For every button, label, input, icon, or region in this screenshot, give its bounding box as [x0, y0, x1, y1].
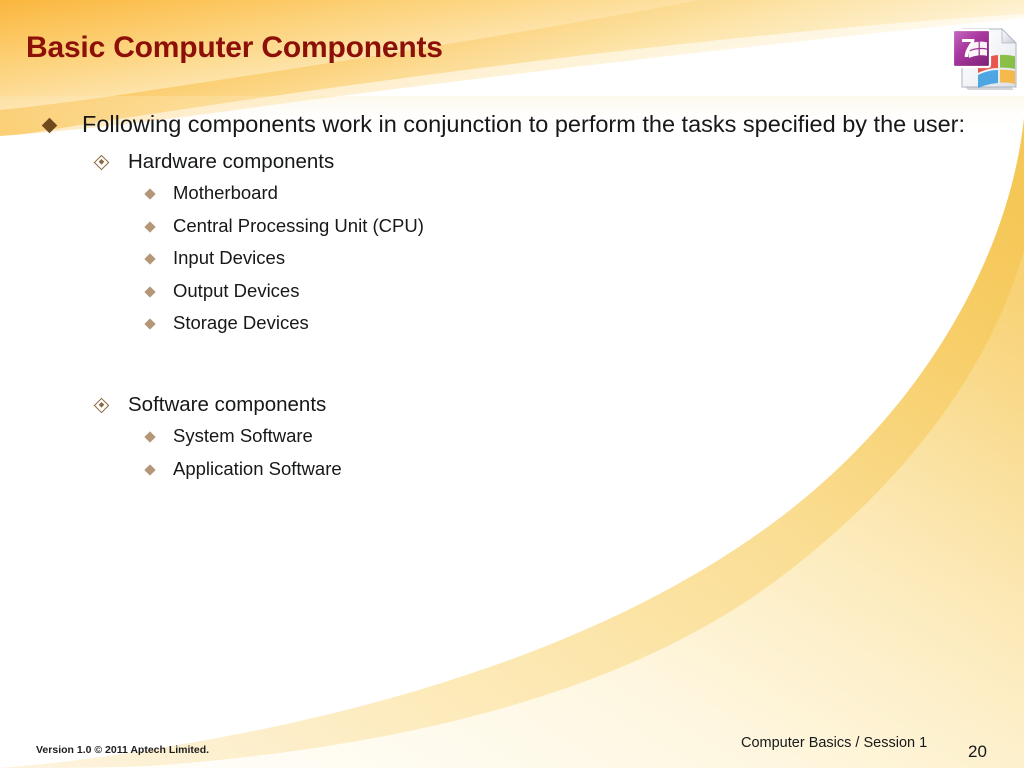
footer-version: Version 1.0 © 2011 Aptech Limited. — [36, 744, 210, 756]
list-item: Output Devices — [0, 275, 1024, 308]
group-label-hardware: Hardware components — [0, 147, 1024, 177]
list-item-text: Input Devices — [173, 247, 286, 269]
list-item-text: System Software — [173, 424, 313, 446]
group-label-text: Hardware components — [128, 150, 335, 173]
group-label-text: Software components — [128, 392, 327, 416]
windows-7-document-icon: 7 — [951, 28, 1017, 90]
small-diamond-bullet-icon — [144, 220, 156, 233]
list-item: Storage Devices — [0, 307, 1024, 340]
footer-page-number: 20 — [968, 742, 987, 761]
list-item: Central Processing Unit (CPU) — [0, 210, 1024, 243]
small-diamond-bullet-icon — [144, 431, 156, 443]
slide-body: Following components work in conjunction… — [0, 108, 1024, 485]
slide-header: Basic Computer Components 7 — [0, 0, 1024, 112]
diamond-outline-bullet-icon — [93, 397, 110, 414]
list-item-text: Storage Devices — [173, 312, 309, 334]
bullet-list-level-2-hardware: Hardware components Motherboard Central … — [0, 147, 1024, 340]
bullet-list-level-2-software: Software components System Software Appl… — [0, 390, 1024, 485]
list-item: System Software — [0, 420, 1024, 453]
bullet-intro-text: Following components work in conjunction… — [82, 111, 965, 137]
list-item: Input Devices — [0, 242, 1024, 275]
group-label-software: Software components — [0, 390, 1024, 420]
bullet-list-level-3-hardware: Motherboard Central Processing Unit (CPU… — [0, 177, 1024, 340]
list-item: Application Software — [0, 453, 1024, 486]
slide: Basic Computer Components 7 Following co… — [0, 0, 1024, 768]
list-item-text: Application Software — [173, 457, 342, 479]
list-item-text: Central Processing Unit (CPU) — [173, 214, 424, 236]
list-item-text: Motherboard — [173, 182, 278, 203]
small-diamond-bullet-icon — [144, 253, 156, 265]
footer-course-label: Computer Basics / Session 1 — [741, 735, 928, 751]
list-item-text: Output Devices — [173, 279, 300, 301]
page-title: Basic Computer Components — [26, 31, 443, 64]
small-diamond-bullet-icon — [144, 318, 156, 331]
small-diamond-bullet-icon — [144, 188, 156, 200]
list-item: Motherboard — [0, 177, 1024, 210]
bullet-list-level-1: Following components work in conjunction… — [0, 108, 1024, 485]
diamond-outline-bullet-icon — [93, 154, 110, 171]
small-diamond-bullet-icon — [144, 463, 156, 476]
bullet-list-level-3-software: System Software Application Software — [0, 420, 1024, 485]
diamond-bullet-icon — [41, 117, 58, 134]
small-diamond-bullet-icon — [144, 286, 156, 298]
bullet-intro: Following components work in conjunction… — [0, 108, 1024, 141]
